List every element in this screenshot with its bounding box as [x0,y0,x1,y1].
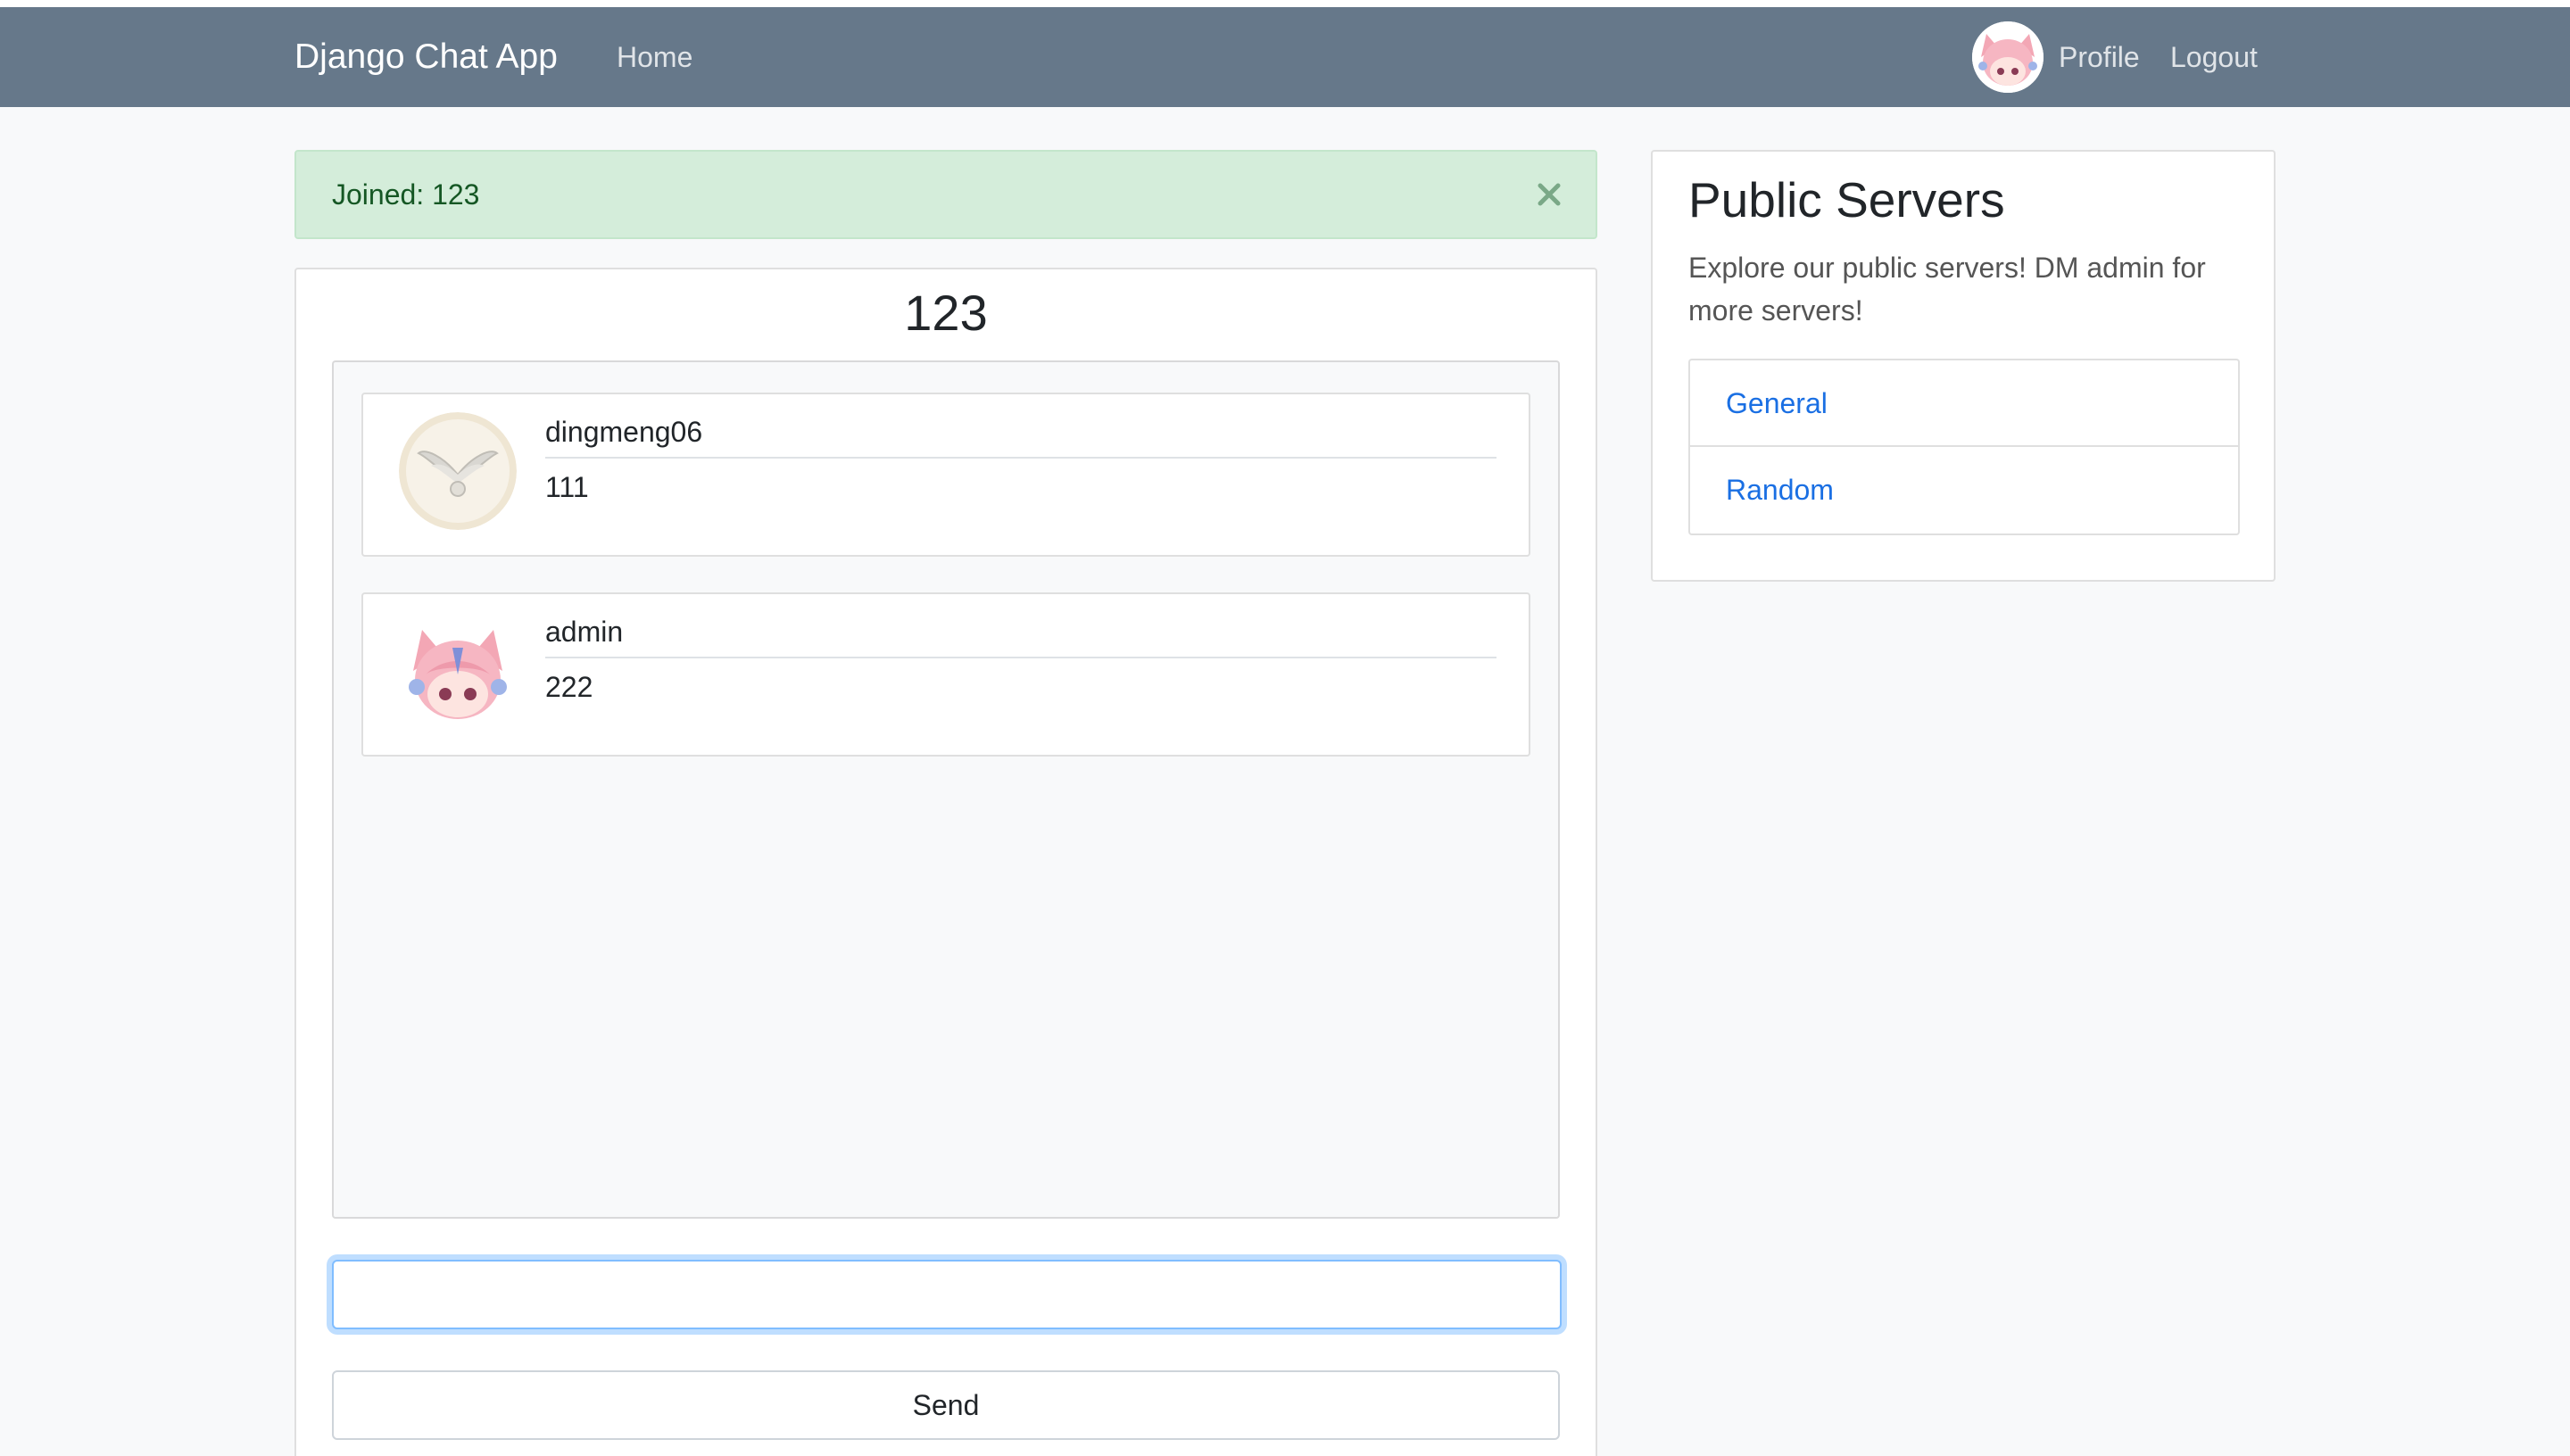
public-servers-card: Public Servers Explore our public server… [1651,150,2276,582]
alert-text: Joined: 123 [332,178,480,211]
server-list: General Random [1688,359,2240,535]
nav-logout-link[interactable]: Logout [2170,7,2258,107]
servers-description: Explore our public servers! DM admin for… [1688,252,2206,327]
chat-message: admin 222 [361,592,1530,757]
nav-profile-link[interactable]: Profile [2059,7,2140,107]
message-username: admin [545,616,624,648]
user-avatar[interactable] [1972,21,2044,93]
chat-message: dingmeng06 111 [361,393,1530,557]
anime-avatar-icon [399,612,517,730]
server-link-random[interactable]: Random [1690,447,2238,534]
message-input[interactable] [332,1260,1562,1329]
winged-emblem-avatar-icon [399,412,517,530]
message-username: dingmeng06 [545,416,703,448]
message-divider [545,457,1496,459]
close-icon[interactable] [1531,177,1567,212]
anime-avatar-icon [1972,21,2044,93]
message-text: 111 [545,471,589,503]
send-button[interactable]: Send [332,1370,1560,1440]
message-text: 222 [545,671,593,703]
message-divider [545,657,1496,658]
room-title: 123 [904,285,988,341]
brand-link[interactable]: Django Chat App [294,7,558,107]
server-link-general[interactable]: General [1690,360,2238,447]
servers-title: Public Servers [1688,172,2005,228]
nav-home-link[interactable]: Home [617,7,692,107]
joined-alert: Joined: 123 [294,150,1597,239]
navbar: Django Chat App Home Profile Logout [0,7,2570,107]
window-top-edge [0,0,2570,7]
